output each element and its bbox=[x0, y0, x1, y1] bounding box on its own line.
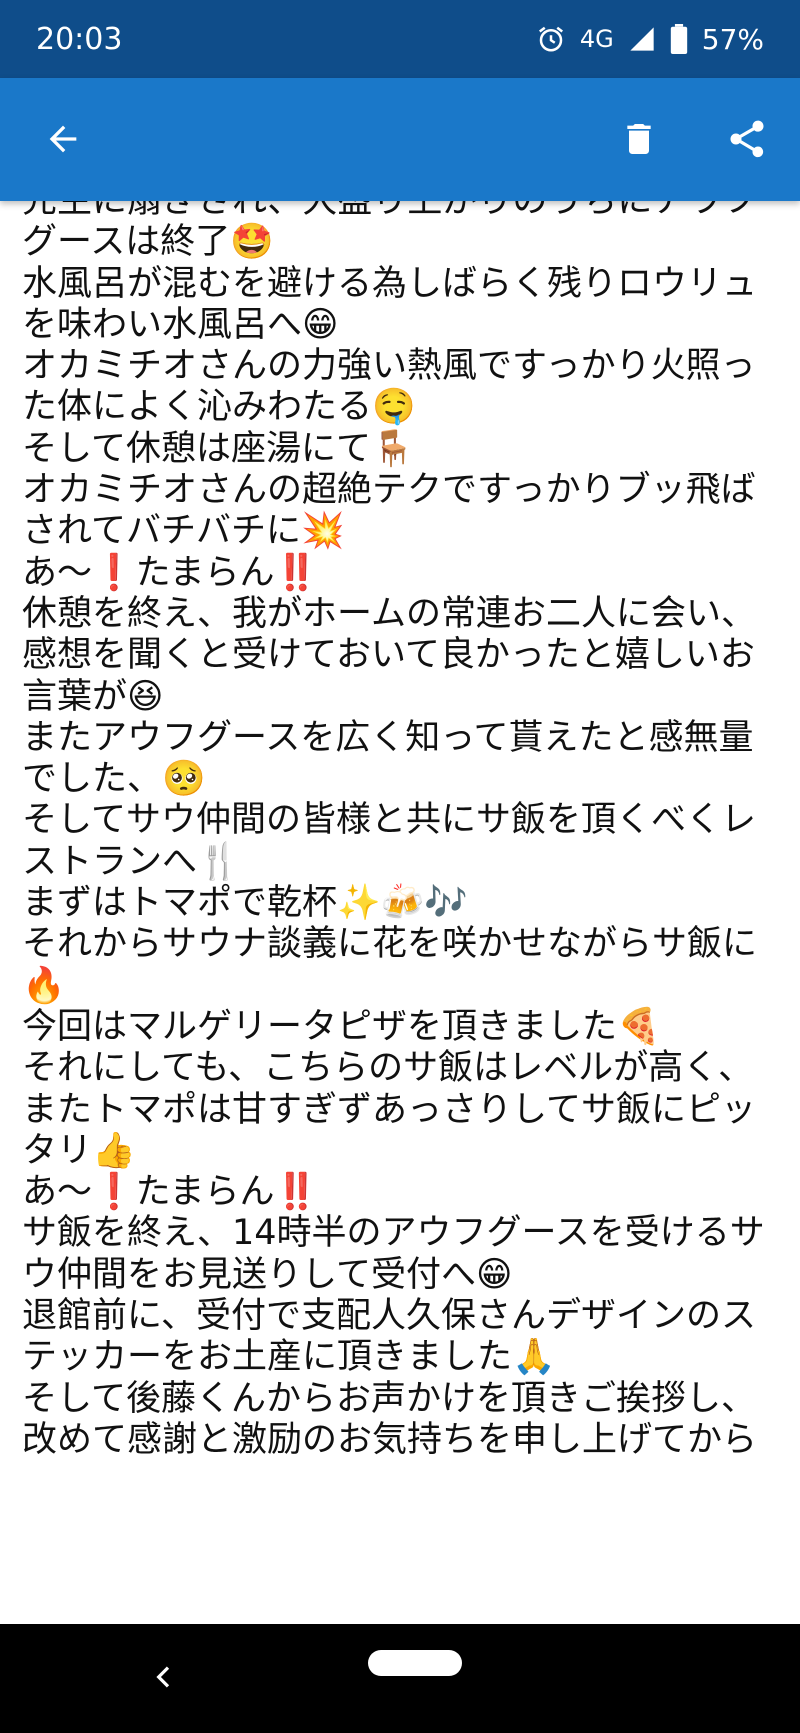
text-line: 今回はマルゲリータピザを頂きました🍕 bbox=[22, 1006, 661, 1047]
text-line: それにしても、こちらのサ飯はレベルが高く、 bbox=[22, 1048, 754, 1089]
arrow-left-icon bbox=[43, 119, 83, 163]
note-content[interactable]: 先生に扇ぎされ、大盛り上がりのうちにアウフ グースは終了🤩 水風呂が混むを避ける… bbox=[0, 201, 800, 1624]
battery-level: 57% bbox=[701, 22, 764, 56]
text-line: テッカーをお土産に頂きました🙏 bbox=[22, 1337, 556, 1378]
signal-icon bbox=[628, 25, 656, 53]
text-line: あ〜❗たまらん‼️ bbox=[22, 1172, 319, 1213]
battery-icon bbox=[670, 24, 688, 54]
text-line: でした、🥺 bbox=[22, 759, 206, 800]
text-line: そして後藤くんからお声かけを頂きご挨拶し、 bbox=[22, 1378, 756, 1419]
app-bar bbox=[0, 78, 800, 201]
text-line: オカミチオさんの超絶テクですっかりブッ飛ば bbox=[22, 470, 756, 511]
text-line: そしてサウ仲間の皆様と共にサ飯を頂くべくレ bbox=[22, 800, 756, 841]
status-icons: 4G 57% bbox=[536, 23, 764, 56]
delete-button[interactable] bbox=[604, 106, 674, 176]
text-line: オカミチオさんの力強い熱風ですっかり火照っ bbox=[22, 346, 756, 387]
text-line: 改めて感謝と激励のお気持ちを申し上げてから bbox=[22, 1419, 758, 1460]
back-button[interactable] bbox=[28, 106, 98, 176]
text-line: 先生に扇ぎされ、大盛り上がりのうちにアウフ bbox=[22, 201, 758, 221]
navigation-bar bbox=[0, 1624, 800, 1733]
text-line: まずはトマポで乾杯✨🍻🎶 bbox=[22, 883, 468, 924]
text-line: タリ👍 bbox=[22, 1130, 136, 1171]
text-line: それからサウナ談義に花を咲かせながらサ飯に bbox=[22, 924, 758, 965]
share-icon bbox=[725, 117, 769, 165]
text-line: 感想を聞くと受けておいて良かったと嬉しいお bbox=[22, 635, 755, 676]
text-line: 退館前に、受付で支配人久保さんデザインのス bbox=[22, 1296, 756, 1337]
trash-icon bbox=[619, 117, 659, 165]
text-line: 🔥 bbox=[22, 965, 66, 1006]
text-line: ウ仲間をお見送りして受付へ😁 bbox=[22, 1254, 513, 1295]
text-line: グースは終了🤩 bbox=[22, 222, 274, 263]
text-line: ストランへ🍴 bbox=[22, 841, 241, 882]
text-line: そして休憩は座湯にて🪑 bbox=[22, 428, 415, 469]
text-line: あ〜❗たまらん‼️ bbox=[22, 552, 319, 593]
text-line: 休憩を終え、我がホームの常連お二人に会い、 bbox=[22, 593, 756, 634]
note-text: 先生に扇ぎされ、大盛り上がりのうちにアウフ グースは終了🤩 水風呂が混むを避ける… bbox=[22, 201, 782, 1461]
text-line: 言葉が😆 bbox=[22, 676, 164, 717]
text-line: されてバチバチに💥 bbox=[22, 511, 345, 552]
share-button[interactable] bbox=[712, 106, 782, 176]
alarm-icon bbox=[536, 24, 566, 54]
text-line: またアウフグースを広く知って貰えたと感無量 bbox=[22, 717, 754, 758]
text-line: サ飯を終え、14時半のアウフグースを受けるサ bbox=[22, 1213, 765, 1254]
text-line: を味わい水風呂へ😁 bbox=[22, 304, 339, 345]
status-time: 20:03 bbox=[36, 21, 123, 57]
network-type: 4G bbox=[579, 25, 614, 53]
status-bar: 20:03 4G 57% bbox=[0, 0, 800, 78]
text-line: またトマポは甘すぎずあっさりしてサ飯にピッ bbox=[22, 1089, 756, 1130]
text-line: た体によく沁みわたる🤤 bbox=[22, 387, 416, 428]
text-line: 水風呂が混むを避ける為しばらく残りロウリュ bbox=[22, 263, 758, 304]
nav-back-icon[interactable] bbox=[148, 1661, 180, 1697]
home-pill-icon[interactable] bbox=[368, 1650, 462, 1676]
